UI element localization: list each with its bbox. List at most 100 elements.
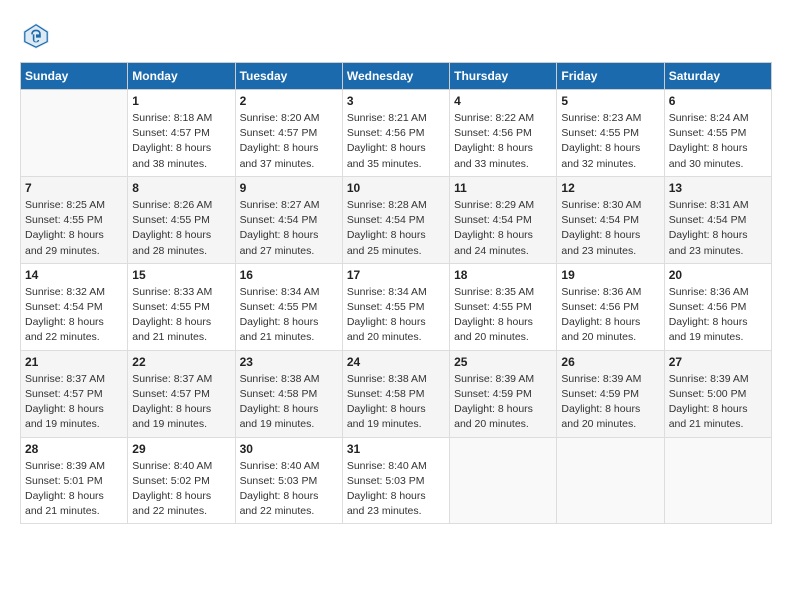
- day-number: 15: [132, 268, 230, 282]
- weekday-header: Monday: [128, 63, 235, 90]
- day-number: 18: [454, 268, 552, 282]
- day-number: 8: [132, 181, 230, 195]
- calendar-cell: 2 Sunrise: 8:20 AMSunset: 4:57 PMDaylight…: [235, 90, 342, 177]
- day-number: 5: [561, 94, 659, 108]
- calendar-week-row: 7Sunrise: 8:25 AMSunset: 4:55 PMDaylight…: [21, 176, 772, 263]
- day-info: Sunrise: 8:18 AMSunset: 4:57 PMDaylight:…: [132, 111, 230, 172]
- calendar-week-row: 21 Sunrise: 8:37 AMSunset: 4:57 PMDayligh…: [21, 350, 772, 437]
- weekday-header: Saturday: [664, 63, 771, 90]
- day-number: 11: [454, 181, 552, 195]
- day-info: Sunrise: 8:28 AMSunset: 4:54 PMDaylight:…: [347, 198, 445, 259]
- day-number: 12: [561, 181, 659, 195]
- calendar-cell: 19 Sunrise: 8:36 AMSunset: 4:56 PMDayligh…: [557, 263, 664, 350]
- day-info: Sunrise: 8:39 AMSunset: 5:00 PMDaylight:…: [669, 372, 767, 433]
- calendar-cell: 15 Sunrise: 8:33 AMSunset: 4:55 PMDayligh…: [128, 263, 235, 350]
- day-number: 24: [347, 355, 445, 369]
- calendar-cell: 6 Sunrise: 8:24 AMSunset: 4:55 PMDaylight…: [664, 90, 771, 177]
- weekday-header: Sunday: [21, 63, 128, 90]
- day-info: Sunrise: 8:36 AMSunset: 4:56 PMDaylight:…: [669, 285, 767, 346]
- calendar-cell: 11 Sunrise: 8:29 AMSunset: 4:54 PMDayligh…: [450, 176, 557, 263]
- calendar-cell: 4 Sunrise: 8:22 AMSunset: 4:56 PMDaylight…: [450, 90, 557, 177]
- day-info: Sunrise: 8:35 AMSunset: 4:55 PMDaylight:…: [454, 285, 552, 346]
- calendar-cell: 30 Sunrise: 8:40 AMSunset: 5:03 PMDayligh…: [235, 437, 342, 524]
- day-number: 7: [25, 181, 123, 195]
- day-number: 9: [240, 181, 338, 195]
- calendar-cell: 5Sunrise: 8:23 AMSunset: 4:55 PMDaylight…: [557, 90, 664, 177]
- calendar-cell: 16Sunrise: 8:34 AMSunset: 4:55 PMDayligh…: [235, 263, 342, 350]
- day-number: 1: [132, 94, 230, 108]
- day-number: 10: [347, 181, 445, 195]
- day-info: Sunrise: 8:38 AMSunset: 4:58 PMDaylight:…: [347, 372, 445, 433]
- day-info: Sunrise: 8:36 AMSunset: 4:56 PMDaylight:…: [561, 285, 659, 346]
- day-number: 3: [347, 94, 445, 108]
- calendar-cell: 27Sunrise: 8:39 AMSunset: 5:00 PMDayligh…: [664, 350, 771, 437]
- day-info: Sunrise: 8:34 AMSunset: 4:55 PMDaylight:…: [240, 285, 338, 346]
- day-number: 17: [347, 268, 445, 282]
- day-number: 2: [240, 94, 338, 108]
- day-info: Sunrise: 8:26 AMSunset: 4:55 PMDaylight:…: [132, 198, 230, 259]
- weekday-header: Wednesday: [342, 63, 449, 90]
- day-info: Sunrise: 8:30 AMSunset: 4:54 PMDaylight:…: [561, 198, 659, 259]
- day-info: Sunrise: 8:40 AMSunset: 5:03 PMDaylight:…: [240, 459, 338, 520]
- day-number: 4: [454, 94, 552, 108]
- calendar-cell: 13 Sunrise: 8:31 AMSunset: 4:54 PMDayligh…: [664, 176, 771, 263]
- calendar-cell: 3 Sunrise: 8:21 AMSunset: 4:56 PMDaylight…: [342, 90, 449, 177]
- calendar-cell: [664, 437, 771, 524]
- calendar-cell: 12 Sunrise: 8:30 AMSunset: 4:54 PMDayligh…: [557, 176, 664, 263]
- day-info: Sunrise: 8:21 AMSunset: 4:56 PMDaylight:…: [347, 111, 445, 172]
- calendar-cell: [557, 437, 664, 524]
- calendar-cell: 20 Sunrise: 8:36 AMSunset: 4:56 PMDayligh…: [664, 263, 771, 350]
- day-number: 14: [25, 268, 123, 282]
- day-info: Sunrise: 8:31 AMSunset: 4:54 PMDaylight:…: [669, 198, 767, 259]
- day-number: 13: [669, 181, 767, 195]
- calendar-week-row: 14Sunrise: 8:32 AMSunset: 4:54 PMDayligh…: [21, 263, 772, 350]
- calendar-cell: 28Sunrise: 8:39 AMSunset: 5:01 PMDayligh…: [21, 437, 128, 524]
- day-number: 21: [25, 355, 123, 369]
- day-info: Sunrise: 8:39 AMSunset: 4:59 PMDaylight:…: [561, 372, 659, 433]
- calendar-cell: 21 Sunrise: 8:37 AMSunset: 4:57 PMDayligh…: [21, 350, 128, 437]
- day-info: Sunrise: 8:38 AMSunset: 4:58 PMDaylight:…: [240, 372, 338, 433]
- calendar-cell: 22Sunrise: 8:37 AMSunset: 4:57 PMDayligh…: [128, 350, 235, 437]
- day-number: 30: [240, 442, 338, 456]
- calendar-cell: [450, 437, 557, 524]
- day-info: Sunrise: 8:33 AMSunset: 4:55 PMDaylight:…: [132, 285, 230, 346]
- day-number: 25: [454, 355, 552, 369]
- day-number: 6: [669, 94, 767, 108]
- calendar-week-row: 28Sunrise: 8:39 AMSunset: 5:01 PMDayligh…: [21, 437, 772, 524]
- calendar-cell: 14Sunrise: 8:32 AMSunset: 4:54 PMDayligh…: [21, 263, 128, 350]
- day-number: 23: [240, 355, 338, 369]
- calendar-week-row: 1 Sunrise: 8:18 AMSunset: 4:57 PMDaylight…: [21, 90, 772, 177]
- day-number: 19: [561, 268, 659, 282]
- calendar-cell: 29 Sunrise: 8:40 AMSunset: 5:02 PMDayligh…: [128, 437, 235, 524]
- day-info: Sunrise: 8:20 AMSunset: 4:57 PMDaylight:…: [240, 111, 338, 172]
- logo: [20, 20, 58, 52]
- weekday-header: Thursday: [450, 63, 557, 90]
- day-info: Sunrise: 8:37 AMSunset: 4:57 PMDaylight:…: [25, 372, 123, 433]
- day-number: 31: [347, 442, 445, 456]
- day-info: Sunrise: 8:24 AMSunset: 4:55 PMDaylight:…: [669, 111, 767, 172]
- calendar-cell: 24 Sunrise: 8:38 AMSunset: 4:58 PMDayligh…: [342, 350, 449, 437]
- day-info: Sunrise: 8:39 AMSunset: 4:59 PMDaylight:…: [454, 372, 552, 433]
- day-info: Sunrise: 8:34 AMSunset: 4:55 PMDaylight:…: [347, 285, 445, 346]
- day-info: Sunrise: 8:40 AMSunset: 5:02 PMDaylight:…: [132, 459, 230, 520]
- calendar-cell: 10 Sunrise: 8:28 AMSunset: 4:54 PMDayligh…: [342, 176, 449, 263]
- day-number: 20: [669, 268, 767, 282]
- day-number: 28: [25, 442, 123, 456]
- day-info: Sunrise: 8:27 AMSunset: 4:54 PMDaylight:…: [240, 198, 338, 259]
- calendar-table: SundayMondayTuesdayWednesdayThursdayFrid…: [20, 62, 772, 524]
- day-number: 29: [132, 442, 230, 456]
- calendar-cell: 7Sunrise: 8:25 AMSunset: 4:55 PMDaylight…: [21, 176, 128, 263]
- weekday-header: Tuesday: [235, 63, 342, 90]
- day-info: Sunrise: 8:40 AMSunset: 5:03 PMDaylight:…: [347, 459, 445, 520]
- calendar-cell: 8 Sunrise: 8:26 AMSunset: 4:55 PMDaylight…: [128, 176, 235, 263]
- day-info: Sunrise: 8:29 AMSunset: 4:54 PMDaylight:…: [454, 198, 552, 259]
- calendar-cell: 9 Sunrise: 8:27 AMSunset: 4:54 PMDaylight…: [235, 176, 342, 263]
- calendar-header-row: SundayMondayTuesdayWednesdayThursdayFrid…: [21, 63, 772, 90]
- calendar-cell: 17 Sunrise: 8:34 AMSunset: 4:55 PMDayligh…: [342, 263, 449, 350]
- calendar-cell: 25 Sunrise: 8:39 AMSunset: 4:59 PMDayligh…: [450, 350, 557, 437]
- calendar-cell: [21, 90, 128, 177]
- logo-icon: [20, 20, 52, 52]
- day-number: 26: [561, 355, 659, 369]
- page-header: [20, 20, 772, 52]
- day-info: Sunrise: 8:22 AMSunset: 4:56 PMDaylight:…: [454, 111, 552, 172]
